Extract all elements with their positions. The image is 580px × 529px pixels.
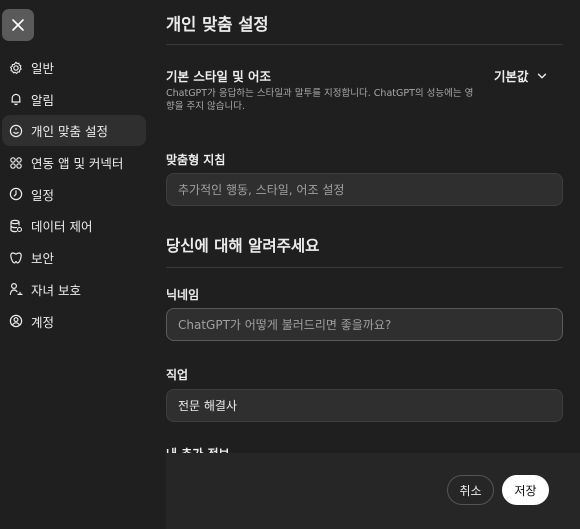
sidebar-item-label: 알림	[31, 92, 55, 108]
sidebar-item-label: 보안	[31, 251, 55, 267]
about-you-heading: 당신에 대해 알려주세요	[166, 237, 320, 255]
personalization-panel: 개인 맞춤 설정 기본 스타일 및 어조 ChatGPT가 응답하는 스타일과 …	[150, 0, 580, 529]
tone-dropdown[interactable]: 기본값	[494, 66, 547, 85]
bell-icon	[9, 92, 23, 106]
settings-sidebar: 일반 알림 개인 맞춤 설정 연동 앱 및 커넥터 일정 데이터 제어 보안 자…	[0, 0, 150, 529]
nickname-label: 닉네임	[166, 288, 200, 302]
save-button[interactable]: 저장	[502, 475, 549, 505]
sidebar-item-label: 개인 맞춤 설정	[31, 124, 108, 140]
sidebar-item-data-controls[interactable]: 데이터 제어	[0, 210, 150, 241]
chevron-down-icon	[537, 73, 546, 78]
sidebar-item-label: 일반	[31, 61, 55, 76]
page-title: 개인 맞춤 설정	[166, 15, 269, 34]
sidebar-item-parental-controls[interactable]: 자녀 보호	[0, 274, 150, 305]
apps-grid-icon	[9, 156, 23, 170]
sidebar-item-label: 자녀 보호	[31, 282, 81, 298]
custom-instructions-input[interactable]	[166, 173, 563, 206]
clock-icon	[9, 187, 23, 201]
family-icon	[9, 282, 23, 296]
account-icon	[9, 314, 23, 328]
sidebar-item-schedule[interactable]: 일정	[0, 179, 150, 210]
sidebar-item-security[interactable]: 보안	[0, 242, 150, 273]
shield-icon	[9, 251, 23, 265]
sidebar-item-personalization[interactable]: 개인 맞춤 설정	[2, 115, 146, 147]
custom-instructions-label: 맞춤형 지침	[166, 153, 226, 167]
tone-description: ChatGPT가 응답하는 스타일과 말투를 지정합니다. ChatGPT의 성…	[166, 88, 474, 112]
occupation-input[interactable]	[166, 389, 563, 422]
sidebar-item-notifications[interactable]: 알림	[0, 84, 150, 115]
close-icon	[12, 19, 24, 31]
sidebar-item-apps-connectors[interactable]: 연동 앱 및 커넥터	[0, 147, 150, 178]
sidebar-item-label: 데이터 제어	[31, 219, 93, 235]
personalization-icon	[9, 124, 23, 138]
close-button[interactable]	[2, 9, 34, 41]
sidebar-item-general[interactable]: 일반	[0, 52, 150, 83]
sidebar-item-label: 일정	[31, 187, 55, 203]
settings-nav: 일반 알림 개인 맞춤 설정 연동 앱 및 커넥터 일정 데이터 제어 보안 자…	[0, 52, 150, 337]
gear-icon	[9, 61, 23, 75]
sidebar-item-account[interactable]: 계정	[0, 306, 150, 337]
divider	[166, 44, 563, 45]
tone-selected-value: 기본값	[494, 69, 529, 84]
database-icon	[9, 219, 23, 233]
cancel-button[interactable]: 취소	[447, 475, 494, 505]
tone-label: 기본 스타일 및 어조	[166, 69, 272, 84]
sidebar-item-label: 계정	[31, 314, 55, 330]
divider	[166, 267, 563, 268]
footer-actions: 취소 저장	[166, 453, 580, 529]
sidebar-item-label: 연동 앱 및 커넥터	[31, 156, 124, 172]
occupation-label: 직업	[166, 368, 189, 382]
nickname-input[interactable]	[166, 308, 563, 341]
